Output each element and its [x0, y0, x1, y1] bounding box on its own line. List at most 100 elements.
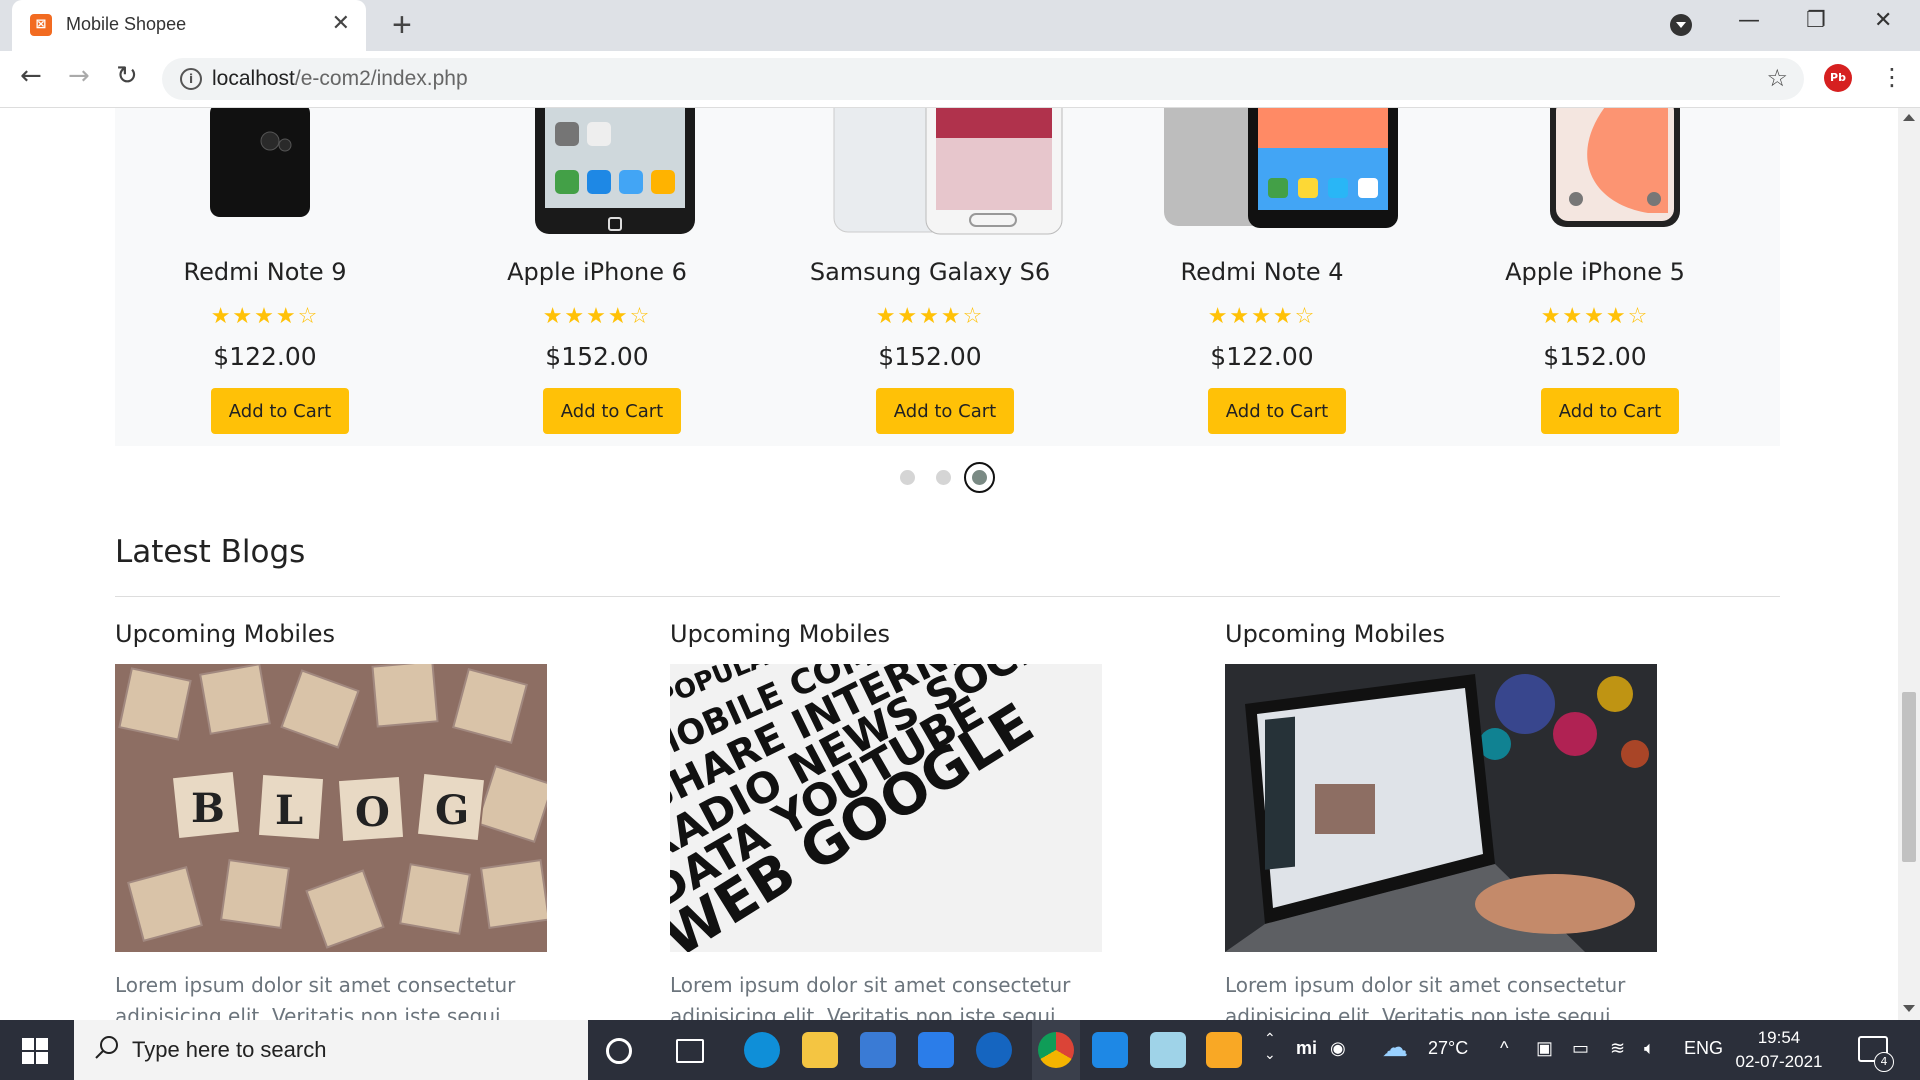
device-icon[interactable]: ▣: [1536, 1038, 1553, 1059]
rating-stars: ★★★★☆: [875, 304, 985, 329]
language-indicator[interactable]: ENG: [1684, 1038, 1723, 1059]
windows-taskbar: Type here to search ⌃ ⌄ mi ◉ ☁ 27°C ^ ▣ ▭…: [0, 1020, 1920, 1080]
product-image[interactable]: [1162, 108, 1402, 238]
carousel-dot[interactable]: [936, 470, 951, 485]
store-icon[interactable]: [860, 1032, 896, 1068]
temperature[interactable]: 27°C: [1428, 1038, 1468, 1059]
product-image[interactable]: [832, 108, 1066, 238]
wifi-icon[interactable]: ≋: [1610, 1038, 1625, 1059]
blog-title[interactable]: Upcoming Mobiles: [670, 620, 890, 648]
add-to-cart-button[interactable]: Add to Cart: [543, 388, 681, 434]
svg-text:B: B: [191, 785, 225, 832]
taskbar-search-box[interactable]: Type here to search: [74, 1020, 588, 1080]
weather-icon[interactable]: ☁: [1382, 1032, 1408, 1063]
rating-stars: ★★★★☆: [1540, 304, 1650, 329]
product-card: Apple iPhone 5 ★★★★☆ $152.00 Add to Cart: [1445, 108, 1745, 446]
carousel-dot[interactable]: [900, 470, 915, 485]
product-card: Samsung Galaxy S6 ★★★★☆ $152.00 Add to C…: [780, 108, 1080, 446]
add-to-cart-button[interactable]: Add to Cart: [1208, 388, 1346, 434]
rating-stars: ★★★★☆: [210, 304, 320, 329]
url-text[interactable]: localhost/e-com2/index.php: [212, 67, 468, 91]
close-tab-icon[interactable]: ✕: [332, 11, 350, 36]
product-price: $152.00: [545, 342, 649, 371]
product-name[interactable]: Apple iPhone 5: [1445, 258, 1745, 286]
chrome-taskbar-button[interactable]: [1032, 1020, 1080, 1080]
notepad-icon[interactable]: [1150, 1032, 1186, 1068]
show-hidden-icons-icon[interactable]: ^: [1500, 1038, 1508, 1059]
new-tab-icon[interactable]: +: [392, 6, 412, 45]
mi-icon[interactable]: mi: [1296, 1038, 1317, 1059]
windows-start-icon[interactable]: [22, 1038, 48, 1064]
url-host: localhost: [212, 67, 295, 90]
svg-text:O: O: [355, 789, 390, 836]
product-card: Redmi Note 4 ★★★★☆ $122.00 Add to Cart: [1112, 108, 1412, 446]
battery-icon[interactable]: ▭: [1572, 1038, 1589, 1059]
blog-excerpt: Lorem ipsum dolor sit amet consectetur a…: [115, 973, 516, 1020]
tab-search-icon[interactable]: [1670, 14, 1692, 36]
file-explorer-icon[interactable]: [802, 1032, 838, 1068]
site-info-icon[interactable]: i: [180, 68, 202, 90]
bookmark-star-icon[interactable]: ☆: [1766, 64, 1788, 92]
task-view-icon[interactable]: [676, 1039, 704, 1063]
edge-icon[interactable]: [744, 1032, 780, 1068]
back-icon[interactable]: ←: [20, 61, 42, 91]
scroll-down-icon[interactable]: [1903, 1005, 1915, 1012]
add-to-cart-button[interactable]: Add to Cart: [211, 388, 349, 434]
blog-title[interactable]: Upcoming Mobiles: [115, 620, 335, 648]
product-price: $122.00: [213, 342, 317, 371]
reload-icon[interactable]: ↻: [116, 61, 138, 91]
blog-image[interactable]: POPULAR FRIENDS MEDIA WEB MOBILE COMMUNI…: [670, 664, 1102, 952]
url-path: /e-com2/index.php: [294, 67, 468, 90]
taskbar-clock[interactable]: 19:54 02-07-2021: [1732, 1026, 1826, 1074]
product-name[interactable]: Redmi Note 4: [1112, 258, 1412, 286]
mail-icon[interactable]: [918, 1032, 954, 1068]
xampp-favicon-icon: ⊠: [30, 14, 52, 36]
overflow-scroll-icon[interactable]: ⌃ ⌄: [1264, 1030, 1276, 1062]
search-placeholder: Type here to search: [132, 1037, 327, 1062]
product-image[interactable]: [210, 108, 310, 238]
add-to-cart-button[interactable]: Add to Cart: [876, 388, 1014, 434]
extension-icon[interactable]: Pb: [1824, 64, 1852, 92]
blog-title[interactable]: Upcoming Mobiles: [1225, 620, 1445, 648]
scroll-thumb[interactable]: [1902, 692, 1916, 862]
blog-image[interactable]: B L OG: [115, 664, 547, 952]
minimize-icon[interactable]: —: [1738, 8, 1760, 33]
people-icon[interactable]: [976, 1032, 1012, 1068]
search-icon: [95, 1036, 118, 1059]
rating-stars: ★★★★☆: [1207, 304, 1317, 329]
product-image[interactable]: [1548, 108, 1682, 238]
section-heading: Latest Blogs: [115, 534, 306, 570]
product-price: $152.00: [1543, 342, 1647, 371]
sync-icon[interactable]: ◉: [1330, 1038, 1346, 1059]
volume-icon[interactable]: 🔈︎: [1644, 1038, 1655, 1059]
divider: [115, 596, 1780, 597]
chrome-icon: [1038, 1032, 1074, 1068]
carousel-dot-active[interactable]: [964, 462, 995, 493]
scroll-up-icon[interactable]: [1903, 114, 1915, 121]
page-scrollbar[interactable]: [1898, 108, 1920, 1020]
git-icon[interactable]: [1206, 1032, 1242, 1068]
product-name[interactable]: Samsung Galaxy S6: [780, 258, 1080, 286]
browser-menu-icon[interactable]: ⋮: [1880, 63, 1904, 91]
product-name[interactable]: Redmi Note 9: [115, 258, 415, 286]
cortana-icon[interactable]: [606, 1038, 632, 1064]
vscode-icon[interactable]: [1092, 1032, 1128, 1068]
page-viewport: Redmi Note 9 ★★★★☆ $122.00 Add to Cart A…: [0, 108, 1898, 1020]
product-name[interactable]: Apple iPhone 6: [447, 258, 747, 286]
svg-text:L: L: [275, 787, 303, 834]
restore-icon[interactable]: ❐: [1806, 8, 1826, 33]
clock-date: 02-07-2021: [1735, 1052, 1823, 1071]
address-bar[interactable]: i localhost/e-com2/index.php ☆: [162, 58, 1804, 100]
window-close-icon[interactable]: ✕: [1874, 8, 1892, 33]
blog-image[interactable]: [1225, 664, 1657, 952]
product-card: Apple iPhone 6 ★★★★☆ $152.00 Add to Cart: [447, 108, 747, 446]
rating-stars: ★★★★☆: [542, 304, 652, 329]
forward-icon[interactable]: →: [68, 61, 90, 91]
blog-excerpt: Lorem ipsum dolor sit amet consectetur a…: [670, 973, 1071, 1020]
notification-count: 4: [1874, 1052, 1894, 1072]
product-image[interactable]: [533, 108, 697, 238]
top-sale-carousel: Redmi Note 9 ★★★★☆ $122.00 Add to Cart A…: [115, 108, 1780, 446]
add-to-cart-button[interactable]: Add to Cart: [1541, 388, 1679, 434]
browser-tab[interactable]: ⊠ Mobile Shopee ✕: [12, 0, 366, 51]
browser-tab-strip: ⊠ Mobile Shopee ✕ + — ❐ ✕: [0, 0, 1920, 51]
